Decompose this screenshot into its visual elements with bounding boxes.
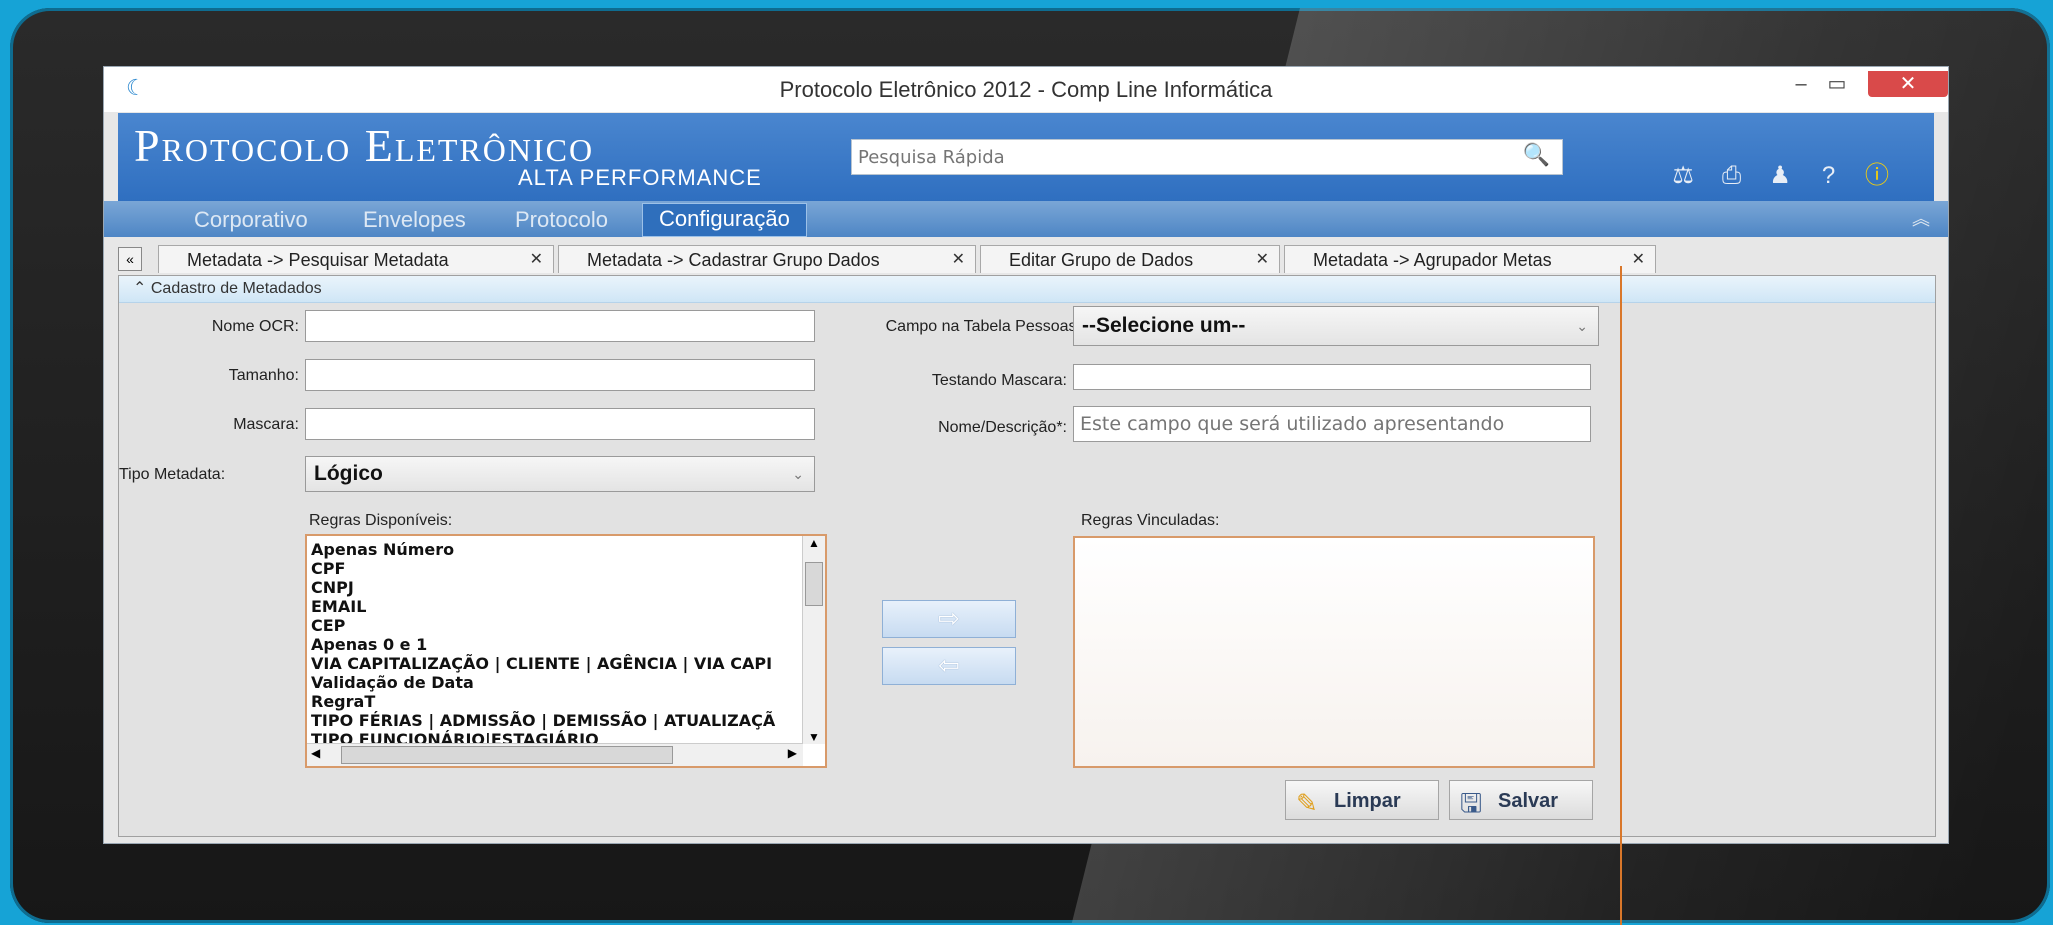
chevron-down-icon: ⌄ — [1576, 318, 1588, 334]
chevron-down-icon: ⌄ — [792, 466, 804, 482]
quick-search: 🔍 — [851, 139, 1563, 175]
list-item[interactable]: TIPO FUNCIONÁRIO|ESTAGIÁRIO — [311, 730, 801, 744]
info-icon[interactable]: ⓘ — [1860, 161, 1894, 191]
list-item[interactable]: Validação de Data — [311, 673, 801, 692]
nome-ocr-field[interactable] — [305, 310, 815, 342]
metadata-form: ⌃ Cadastro de Metadados Nome OCR: Tamanh… — [118, 275, 1936, 837]
remove-rule-button[interactable]: ⇦ — [882, 647, 1016, 685]
tab-close-icon[interactable]: ✕ — [1632, 246, 1645, 274]
header-banner: Protocolo Eletrônico ALTA PERFORMANCE 🔍 … — [118, 113, 1934, 201]
tab-close-icon[interactable]: ✕ — [1256, 246, 1269, 274]
scroll-right-icon[interactable]: ▶ — [788, 746, 797, 760]
menu-configuracao[interactable]: Configuração — [642, 203, 807, 237]
tamanho-field[interactable] — [305, 359, 815, 391]
tamanho-label: Tamanho: — [228, 367, 299, 384]
campo-tabela-select[interactable]: --Selecione um-- ⌄ — [1073, 306, 1599, 346]
regras-disponiveis-list[interactable]: Apenas Número CPF CNPJ EMAIL CEP Apenas 0 e 1… — [305, 534, 827, 768]
scroll-left-icon[interactable]: ◀ — [311, 746, 320, 760]
title-bar: ☾ Protocolo Eletrônico 2012 - Comp Line … — [104, 67, 1948, 112]
regras-vinculadas-label: Regras Vinculadas: — [1081, 512, 1220, 529]
menu-corporativo[interactable]: Corporativo — [194, 205, 308, 235]
scales-icon[interactable]: ⚖ — [1666, 161, 1700, 191]
menu-protocolo[interactable]: Protocolo — [515, 205, 608, 235]
tab-close-icon[interactable]: ✕ — [952, 246, 965, 274]
scroll-up-icon[interactable]: ▲ — [803, 536, 825, 550]
list-item[interactable]: CEP — [311, 616, 801, 635]
menu-envelopes[interactable]: Envelopes — [363, 205, 466, 235]
tab-pesquisar-metadata[interactable]: Metadata -> Pesquisar Metadata ✕ — [158, 245, 554, 273]
campo-tabela-label: Campo na Tabela Pessoas: — [885, 318, 1081, 335]
tab-bar: « Metadata -> Pesquisar Metadata ✕ Metad… — [118, 245, 1934, 275]
list-item[interactable]: EMAIL — [311, 597, 801, 616]
testando-mascara-label: Testando Mascara: — [931, 372, 1067, 389]
nome-ocr-label: Nome OCR: — [211, 318, 299, 335]
user-icon[interactable]: ♟ — [1763, 161, 1797, 191]
help-icon[interactable]: ? — [1812, 161, 1846, 191]
scroll-thumb[interactable] — [341, 746, 673, 764]
search-icon[interactable]: 🔍 — [1523, 142, 1550, 168]
tab-cadastrar-grupo-dados[interactable]: Metadata -> Cadastrar Grupo Dados ✕ — [558, 245, 976, 273]
tab-close-icon[interactable]: ✕ — [530, 246, 543, 274]
collapse-icon[interactable]: ︽ — [1912, 205, 1930, 231]
nome-descricao-label: Nome/Descrição*: — [938, 419, 1067, 436]
mascara-field[interactable] — [305, 408, 815, 440]
main-menu: Corporativo Envelopes Protocolo Configur… — [104, 201, 1948, 237]
minimize-button[interactable]: – — [1786, 71, 1816, 97]
tipo-metadata-select[interactable]: Lógico ⌄ — [305, 456, 815, 492]
maximize-button[interactable]: ▭ — [1822, 71, 1852, 97]
list-item[interactable]: CPF — [311, 559, 801, 578]
section-title: Cadastro de Metadados — [150, 280, 322, 297]
scroll-down-icon[interactable]: ▼ — [803, 730, 825, 744]
tab-scroll-left-icon[interactable]: « — [118, 247, 142, 271]
vertical-scrollbar[interactable]: ▲ ▼ — [802, 536, 825, 744]
logo-subtitle: ALTA PERFORMANCE — [518, 165, 762, 190]
testando-mascara-field[interactable] — [1073, 364, 1591, 390]
limpar-label: Limpar — [1334, 790, 1401, 812]
cable-line — [1620, 266, 1622, 925]
regras-disponiveis-items: Apenas Número CPF CNPJ EMAIL CEP Apenas 0 e 1… — [311, 540, 801, 744]
close-button[interactable]: ✕ — [1868, 71, 1948, 97]
tab-editar-grupo-dados[interactable]: Editar Grupo de Dados ✕ — [980, 245, 1280, 273]
regras-vinculadas-list[interactable] — [1073, 536, 1595, 768]
campo-tabela-value: --Selecione um-- — [1082, 314, 1246, 337]
tab-label: Editar Grupo de Dados — [1009, 250, 1194, 270]
add-rule-button[interactable]: ⇨ — [882, 600, 1016, 638]
list-item[interactable]: CNPJ — [311, 578, 801, 597]
tab-label: Metadata -> Agrupador Metas — [1313, 250, 1552, 270]
list-item[interactable]: VIA CAPITALIZAÇÃO | CLIENTE | AGÊNCIA | … — [311, 654, 801, 673]
tab-label: Metadata -> Pesquisar Metadata — [187, 250, 449, 270]
regras-disponiveis-label: Regras Disponíveis: — [309, 512, 453, 529]
tipo-metadata-value: Lógico — [314, 462, 383, 485]
tab-agrupador-metas[interactable]: Metadata -> Agrupador Metas ✕ — [1284, 245, 1656, 273]
limpar-button[interactable]: ✎ Limpar — [1285, 780, 1439, 820]
app-window: ☾ Protocolo Eletrônico 2012 - Comp Line … — [103, 66, 1949, 844]
nome-descricao-field[interactable] — [1073, 406, 1591, 442]
list-item[interactable]: TIPO FÉRIAS | ADMISSÃO | DEMISSÃO | ATUA… — [311, 711, 801, 730]
tipo-metadata-label: Tipo Metadata: — [119, 466, 226, 483]
tab-label: Metadata -> Cadastrar Grupo Dados — [587, 250, 880, 270]
scroll-thumb[interactable] — [805, 562, 823, 606]
toolbar-icons: ⚖ ⎙ ♟ ? ⓘ — [1656, 161, 1894, 191]
chevron-up-icon: ⌃ — [133, 280, 151, 297]
list-item[interactable]: RegraT — [311, 692, 801, 711]
salvar-button[interactable]: 🖫 Salvar — [1449, 780, 1593, 820]
horizontal-scrollbar[interactable]: ◀ ▶ — [307, 743, 803, 766]
mascara-label: Mascara: — [233, 416, 299, 433]
section-header[interactable]: ⌃ Cadastro de Metadados — [119, 276, 1935, 303]
window-title: Protocolo Eletrônico 2012 - Comp Line In… — [779, 77, 1273, 102]
list-item[interactable]: Apenas Número — [311, 540, 801, 559]
list-item[interactable]: Apenas 0 e 1 — [311, 635, 801, 654]
broom-icon: ✎ — [1296, 788, 1318, 818]
save-icon: 🖫 — [1460, 788, 1483, 818]
salvar-label: Salvar — [1498, 790, 1559, 812]
printer-icon[interactable]: ⎙ — [1715, 161, 1749, 191]
quick-search-input[interactable] — [852, 140, 1504, 174]
